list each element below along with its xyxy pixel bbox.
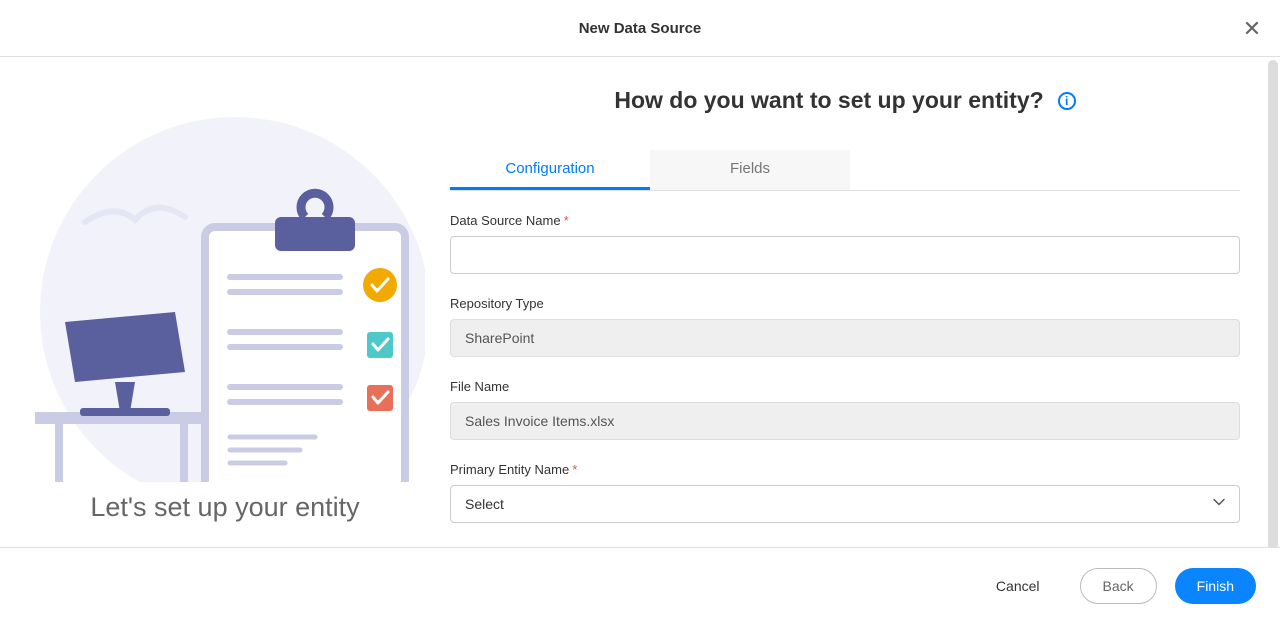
tab-fields[interactable]: Fields	[650, 150, 850, 190]
tabs: Configuration Fields	[450, 150, 1240, 191]
info-icon[interactable]: i	[1058, 92, 1076, 110]
field-file-name: File Name	[450, 379, 1240, 440]
required-asterisk: *	[564, 213, 569, 228]
tab-configuration[interactable]: Configuration	[450, 150, 650, 190]
input-repository-type	[450, 319, 1240, 357]
finish-button[interactable]: Finish	[1175, 568, 1256, 604]
field-data-source-name: Data Source Name*	[450, 213, 1240, 274]
close-button[interactable]: ✕	[1242, 18, 1262, 38]
input-data-source-name[interactable]	[450, 236, 1240, 274]
illustration	[25, 82, 425, 482]
question-heading: How do you want to set up your entity?	[614, 87, 1043, 114]
modal-footer: Cancel Back Finish	[0, 547, 1280, 624]
left-panel: Let's set up your entity	[0, 57, 450, 547]
label-data-source-name: Data Source Name*	[450, 213, 1240, 228]
field-primary-entity-name: Primary Entity Name* Select	[450, 462, 1240, 523]
cancel-button[interactable]: Cancel	[974, 568, 1062, 604]
label-repository-type: Repository Type	[450, 296, 1240, 311]
field-repository-type: Repository Type	[450, 296, 1240, 357]
label-file-name: File Name	[450, 379, 1240, 394]
left-caption: Let's set up your entity	[90, 492, 359, 523]
input-file-name	[450, 402, 1240, 440]
label-primary-entity-name: Primary Entity Name*	[450, 462, 1240, 477]
select-primary-entity-name[interactable]: Select	[450, 485, 1240, 523]
required-asterisk: *	[572, 462, 577, 477]
back-button[interactable]: Back	[1080, 568, 1157, 604]
right-panel: How do you want to set up your entity? i…	[450, 57, 1280, 547]
select-display: Select	[450, 485, 1240, 523]
modal-title: New Data Source	[579, 20, 702, 37]
scrollbar[interactable]	[1268, 60, 1278, 550]
question-row: How do you want to set up your entity? i	[450, 87, 1240, 114]
label-text: Data Source Name	[450, 213, 561, 228]
close-icon: ✕	[1243, 16, 1261, 41]
label-text: Primary Entity Name	[450, 462, 569, 477]
modal-body: Let's set up your entity How do you want…	[0, 57, 1280, 547]
modal-header: New Data Source ✕	[0, 0, 1280, 57]
